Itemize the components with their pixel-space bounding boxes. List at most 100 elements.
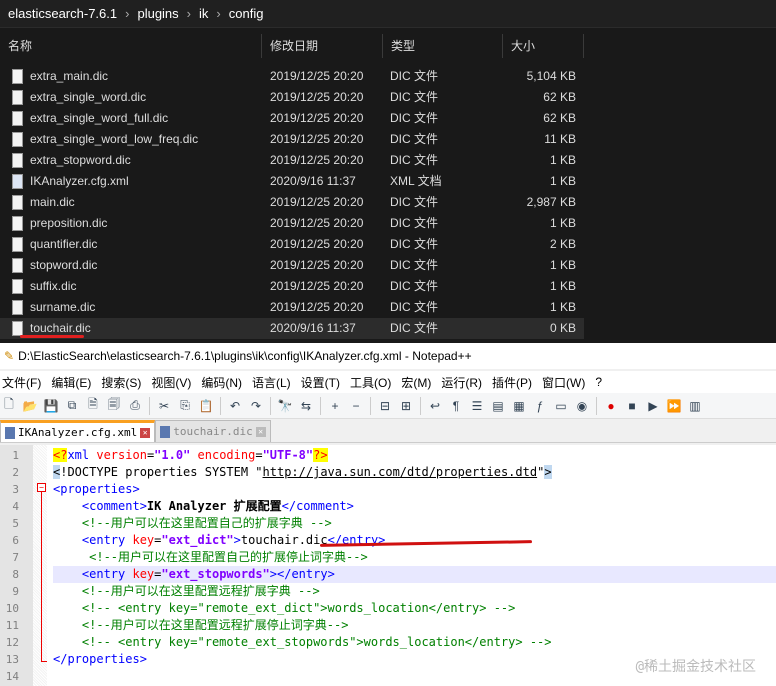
menu-item[interactable]: 编辑(E) xyxy=(51,374,99,391)
breadcrumb-item[interactable]: elasticsearch-7.6.1 xyxy=(8,6,117,21)
file-date: 2019/12/25 20:20 xyxy=(270,300,364,314)
watermark: @稀土掘金技术社区 xyxy=(635,659,756,675)
indent-guide-icon[interactable]: ☰ xyxy=(468,397,486,415)
menu-item[interactable]: 设置(T) xyxy=(301,374,348,391)
open-file-icon[interactable]: 📂 xyxy=(21,397,39,415)
code-line[interactable]: <properties> xyxy=(53,481,776,498)
close-icon[interactable]: ✕ xyxy=(255,426,266,437)
play-macro-icon[interactable]: ▶ xyxy=(644,397,662,415)
menu-item[interactable]: 视图(V) xyxy=(151,374,199,391)
file-type: DIC 文件 xyxy=(390,69,439,83)
file-row[interactable]: IKAnalyzer.cfg.xml 2020/9/16 11:37 XML 文… xyxy=(0,171,584,192)
sync-h-icon[interactable]: ⊞ xyxy=(397,397,415,415)
show-all-chars-icon[interactable]: ¶ xyxy=(447,397,465,415)
code-line[interactable]: <!--用户可以在这里配置远程扩展停止词字典--> xyxy=(53,617,776,634)
code-line[interactable]: <entry key="ext_dict">touchair.dic</entr… xyxy=(53,532,776,549)
code-line[interactable]: <!DOCTYPE properties SYSTEM "http://java… xyxy=(53,464,776,481)
tab-ikanalyzer-cfg-xml[interactable]: IKAnalyzer.cfg.xml ✕ xyxy=(0,420,156,442)
column-date[interactable]: 修改日期 xyxy=(262,34,383,58)
menu-item[interactable]: 语言(L) xyxy=(252,374,299,391)
new-file-icon[interactable]: 🗋 xyxy=(0,397,18,415)
file-row[interactable]: preposition.dic 2019/12/25 20:20 DIC 文件 … xyxy=(0,213,584,234)
column-size[interactable]: 大小 xyxy=(503,34,584,58)
folder-workspace-icon[interactable]: ▭ xyxy=(552,397,570,415)
stop-record-icon[interactable]: ■ xyxy=(623,397,641,415)
file-row[interactable]: quantifier.dic 2019/12/25 20:20 DIC 文件 2… xyxy=(0,234,584,255)
record-macro-icon[interactable]: ● xyxy=(602,397,620,415)
file-row[interactable]: stopword.dic 2019/12/25 20:20 DIC 文件 1 K… xyxy=(0,255,584,276)
menu-item[interactable]: 编码(N) xyxy=(201,374,250,391)
code-line[interactable]: <!--用户可以在这里配置自己的扩展停止词字典--> xyxy=(53,549,776,566)
cut-icon[interactable]: ✂ xyxy=(155,397,173,415)
file-row[interactable]: extra_single_word_low_freq.dic 2019/12/2… xyxy=(0,129,584,150)
breadcrumb[interactable]: elasticsearch-7.6.1 › plugins › ik › config xyxy=(0,0,776,28)
column-name[interactable]: 名称 xyxy=(0,34,262,58)
close-all-icon[interactable]: 🗐 xyxy=(105,397,123,415)
save-macro-icon[interactable]: ▥ xyxy=(686,397,704,415)
tab-bar: IKAnalyzer.cfg.xml ✕ touchair.dic ✕ xyxy=(0,419,776,443)
code-line[interactable]: <!-- <entry key="remote_ext_dict">words_… xyxy=(53,600,776,617)
replace-icon[interactable]: ⇆ xyxy=(297,397,315,415)
zoom-in-icon[interactable]: + xyxy=(326,397,344,415)
menu-item[interactable]: 运行(R) xyxy=(441,374,490,391)
file-row[interactable]: extra_single_word_full.dic 2019/12/25 20… xyxy=(0,108,584,129)
file-row[interactable]: main.dic 2019/12/25 20:20 DIC 文件 2,987 K… xyxy=(0,192,584,213)
file-row[interactable]: surname.dic 2019/12/25 20:20 DIC 文件 1 KB xyxy=(0,297,584,318)
file-row[interactable]: extra_stopword.dic 2019/12/25 20:20 DIC … xyxy=(0,150,584,171)
find-icon[interactable]: 🔭 xyxy=(276,397,294,415)
word-wrap-icon[interactable]: ↩ xyxy=(426,397,444,415)
menu-item[interactable]: 文件(F) xyxy=(2,374,49,391)
breadcrumb-item[interactable]: plugins xyxy=(137,6,178,21)
close-icon[interactable]: ✕ xyxy=(140,427,151,438)
doc-map-icon[interactable]: ▦ xyxy=(510,397,528,415)
fold-collapse-icon[interactable]: − xyxy=(37,483,46,492)
paste-icon[interactable]: 📋 xyxy=(197,397,215,415)
close-icon[interactable]: 🗎 xyxy=(84,397,102,415)
menu-item[interactable]: 工具(O) xyxy=(350,374,399,391)
breadcrumb-item[interactable]: ik xyxy=(199,6,208,21)
udl-icon[interactable]: ▤ xyxy=(489,397,507,415)
tab-touchair-dic[interactable]: touchair.dic ✕ xyxy=(155,420,271,442)
function-list-icon[interactable]: ƒ xyxy=(531,397,549,415)
title-bar: ✎ D:\ElasticSearch\elasticsearch-7.6.1\p… xyxy=(0,343,776,369)
code-token: > xyxy=(544,465,552,479)
file-row[interactable]: extra_main.dic 2019/12/25 20:20 DIC 文件 5… xyxy=(0,66,584,87)
zoom-out-icon[interactable]: − xyxy=(347,397,365,415)
code-token: key xyxy=(132,533,155,547)
menu-item[interactable]: 搜索(S) xyxy=(101,374,149,391)
file-type: DIC 文件 xyxy=(390,321,439,335)
code-line[interactable]: <comment>IK Analyzer 扩展配置</comment> xyxy=(53,498,776,515)
breadcrumb-item[interactable]: config xyxy=(229,6,264,21)
menu-item[interactable]: 窗口(W) xyxy=(542,374,593,391)
menu-item[interactable]: ? xyxy=(595,375,610,389)
code-line[interactable]: <!-- <entry key="remote_ext_stopwords">w… xyxy=(53,634,776,651)
file-icon xyxy=(12,69,23,84)
code-line[interactable]: <!--用户可以在这里配置远程扩展字典 --> xyxy=(53,583,776,600)
file-row[interactable]: touchair.dic 2020/9/16 11:37 DIC 文件 0 KB xyxy=(0,318,584,339)
file-name: extra_stopword.dic xyxy=(30,153,131,167)
code-token: ?> xyxy=(313,448,328,462)
line-number: 7 xyxy=(12,551,19,564)
save-icon[interactable]: 💾 xyxy=(42,397,60,415)
file-row[interactable]: suffix.dic 2019/12/25 20:20 DIC 文件 1 KB xyxy=(0,276,584,297)
menu-item[interactable]: 插件(P) xyxy=(492,374,540,391)
column-type[interactable]: 类型 xyxy=(383,34,503,58)
copy-icon[interactable]: ⎘ xyxy=(176,397,194,415)
file-row[interactable]: extra_single_word.dic 2019/12/25 20:20 D… xyxy=(0,87,584,108)
run-macro-multiple-icon[interactable]: ⏩ xyxy=(665,397,683,415)
print-icon[interactable]: ⎙ xyxy=(126,397,144,415)
monitor-icon[interactable]: ◉ xyxy=(573,397,591,415)
save-all-icon[interactable]: ⧉ xyxy=(63,397,81,415)
undo-icon[interactable]: ↶ xyxy=(226,397,244,415)
code-editor[interactable]: 1 2 3 4 5 6 7 8 9 10 11 12 13 14 − <?xml version="1.0… xyxy=(0,445,776,686)
file-size: 5,104 KB xyxy=(526,69,576,83)
code-line[interactable]: <entry key="ext_stopwords"></entry> xyxy=(53,566,776,583)
redo-icon[interactable]: ↷ xyxy=(247,397,265,415)
sync-v-icon[interactable]: ⊟ xyxy=(376,397,394,415)
toolbar: 🗋 📂 💾 ⧉ 🗎 🗐 ⎙ ✂ ⎘ 📋 ↶ ↷ 🔭 ⇆ + − ⊟ ⊞ ↩ ¶ ☰ ▤ ▦ ƒ ▭ ◉ ● ■ ▶ ⏩ ▥ xyxy=(0,393,776,419)
tab-label: IKAnalyzer.cfg.xml xyxy=(18,426,138,439)
menu-item[interactable]: 宏(M) xyxy=(401,374,439,391)
code-line[interactable]: <?xml version="1.0" encoding="UTF-8"?> xyxy=(53,447,776,464)
code-line[interactable]: <!--用户可以在这里配置自己的扩展字典 --> xyxy=(53,515,776,532)
